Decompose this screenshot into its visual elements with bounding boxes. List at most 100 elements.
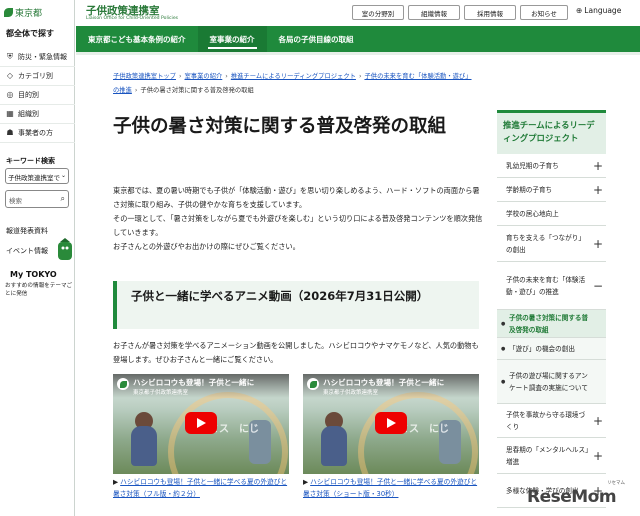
- video-caption-link[interactable]: ▶ ハシビロコウも登場！子供と一緒に学べる夏の外遊びと暑さ対策（フル版・約２分）: [113, 476, 289, 500]
- video-overlay-title[interactable]: ハシビロコウも登場！子供と一緒に: [323, 377, 475, 388]
- channel-logo-icon[interactable]: [117, 378, 129, 390]
- bullet-icon: ●: [501, 345, 506, 352]
- video-caption-link[interactable]: ▶ ハシビロコウも登場！子供と一緒に学べる夏の外遊びと暑さ対策（ショート版・30秒…: [303, 476, 479, 500]
- rs-item-infant[interactable]: 乳幼児期の子育ち +: [497, 154, 606, 178]
- tokyo-logo[interactable]: 東京都: [4, 6, 42, 19]
- rs-item-label: 子供の未来を育む「体験活動・遊び」の推進: [506, 275, 586, 296]
- globe-icon: ⊕: [576, 6, 583, 15]
- expand-plus-icon[interactable]: +: [593, 238, 603, 250]
- intro-paragraph: 東京都では、夏の暑い時期でも子供が「体験活動・遊び」を思い切り楽しめるよう、ハー…: [113, 186, 480, 209]
- office-subtitle: Liaison Office for Child-Oriented Polici…: [86, 16, 179, 21]
- target-icon: ◎: [6, 90, 14, 99]
- rs-item-label: 「遊び」の機会の創出: [509, 344, 575, 353]
- nav-ordinance[interactable]: 東京都こども基本条例の紹介: [76, 26, 198, 52]
- rs-item-mental-health[interactable]: 思春期の「メンタルヘルス」増進 +: [497, 438, 606, 474]
- play-icon: ▶: [303, 478, 309, 486]
- top-header: 子供政策連携室 Liaison Office for Child-Oriente…: [76, 0, 640, 26]
- expand-plus-icon[interactable]: +: [593, 160, 603, 172]
- mytokyo-label[interactable]: My TOKYO: [10, 270, 57, 279]
- sidebar-item-label: 組織別: [18, 110, 39, 118]
- tag-icon: ◇: [6, 71, 14, 80]
- rs-item-accident[interactable]: 子供を事故から守る環境づくり +: [497, 404, 606, 438]
- section-title: 子供と一緒に学べるアニメ動画（2026年7月31日公開）: [131, 289, 429, 303]
- youtube-play-icon[interactable]: [185, 412, 217, 434]
- intro-paragraph: その一環として、「暑さ対策をしながら夏でも外遊びを楽しむ」という切り口による普及…: [113, 214, 483, 237]
- intro-paragraph: お子さんとの外遊びやお出かけの際にぜひご覧ください。: [113, 242, 300, 251]
- rs-item-label: 子供の暑さ対策に関する普及啓発の取組: [509, 313, 589, 334]
- breadcrumb-separator: ›: [134, 87, 138, 94]
- collapse-minus-icon[interactable]: −: [593, 280, 603, 292]
- youtube-play-icon[interactable]: [375, 412, 407, 434]
- play-icon: ▶: [113, 478, 119, 486]
- news-button[interactable]: お知らせ: [520, 5, 568, 20]
- sidebar-item-category[interactable]: ◇ カテゴリ別: [0, 67, 75, 86]
- expand-plus-icon[interactable]: +: [593, 415, 603, 427]
- recruitment-button[interactable]: 採用情報: [464, 5, 516, 20]
- rs-subitem-survey[interactable]: ● 子供の遊び場に関するアンケート調査の実施について: [497, 360, 606, 404]
- sidebar-item-business[interactable]: ☗ 事業者の方: [0, 124, 75, 143]
- video-overlay-title[interactable]: ハシビロコウも登場！子供と一緒に: [133, 377, 285, 388]
- rs-item-label: 子供の遊び場に関するアンケート調査の実施について: [509, 371, 588, 392]
- search-scope-value: 子供政策連携室で: [8, 174, 60, 182]
- rs-item-play-experience[interactable]: 子供の未来を育む「体験活動・遊び」の推進 −: [497, 262, 606, 310]
- rs-subitem-heat-current[interactable]: ● 子供の暑さ対策に関する普及啓発の取組: [497, 310, 606, 338]
- breadcrumb-separator: ›: [225, 73, 228, 80]
- watermark-small-text: リセマム: [607, 481, 625, 486]
- rs-item-connection[interactable]: 育ちを支える「つながり」の創出 +: [497, 226, 606, 262]
- breadcrumb-team[interactable]: 推進チームによるリーディングプロジェクト: [231, 73, 356, 80]
- rs-item-school-age[interactable]: 学齢期の子育ち +: [497, 178, 606, 202]
- nav-bureaus[interactable]: 各局の子供目線の取組: [267, 26, 366, 52]
- expand-plus-icon[interactable]: +: [593, 450, 603, 462]
- gov-name: 東京都: [15, 9, 43, 19]
- press-release-link[interactable]: 報道発表資料: [6, 226, 48, 236]
- rs-item-label: 思春期の「メンタルヘルス」増進: [506, 445, 589, 466]
- page-title: 子供の暑さ対策に関する普及啓発の取組: [113, 116, 447, 137]
- breadcrumb-separator: ›: [178, 73, 182, 80]
- breadcrumb-separator: ›: [358, 73, 362, 80]
- resemom-watermark: ReseMom: [527, 487, 617, 507]
- video-channel-name: 東京都子供政策連携室: [323, 390, 379, 396]
- sidebar-item-disaster[interactable]: ⛨ 防災・緊急情報: [0, 48, 75, 67]
- nav-divider: [76, 52, 640, 55]
- sidebar-item-organization[interactable]: ▦ 組織別: [0, 105, 75, 124]
- language-label: Language: [584, 6, 622, 15]
- video-channel-name: 東京都子供政策連携室: [133, 390, 189, 396]
- rs-item-school-comfort[interactable]: 学校の居心地向上: [497, 202, 606, 226]
- sidebar-item-label: 事業者の方: [18, 129, 53, 137]
- search-input[interactable]: 検索 ⌕: [5, 190, 69, 208]
- expand-plus-icon[interactable]: +: [593, 184, 603, 196]
- child-figure: [321, 426, 347, 466]
- breadcrumb-top[interactable]: 子供政策連携室トップ: [113, 73, 176, 80]
- rs-item-label: 学校の居心地向上: [506, 209, 559, 218]
- rs-item-label: 乳幼児期の子育ち: [506, 161, 559, 170]
- video-player-short[interactable]: ハシビロコウも登場！子供と一緒に 東京都子供政策連携室 ミス にじ: [303, 374, 479, 474]
- video-caption-text: ハシビロコウも登場！子供と一緒に学べる夏の外遊びと暑さ対策（フル版・約２分）: [113, 478, 288, 498]
- intro-text: 東京都では、夏の暑い時期でも子供が「体験活動・遊び」を思い切り楽しめるよう、ハー…: [113, 184, 483, 254]
- nav-projects[interactable]: 室事業の紹介: [197, 26, 267, 52]
- sidebar-search-title: 都全体で探す: [6, 29, 54, 38]
- sidebar-item-purpose[interactable]: ◎ 目的別: [0, 86, 75, 105]
- breadcrumb-projects[interactable]: 室事業の紹介: [185, 73, 223, 80]
- mascot-icon: [58, 238, 72, 260]
- field-menu-button[interactable]: 室の分野別: [352, 5, 404, 20]
- rs-subitem-play-opportunity[interactable]: ● 「遊び」の機会の創出: [497, 338, 606, 360]
- organization-button[interactable]: 組織情報: [408, 5, 460, 20]
- video-player-full[interactable]: ハシビロコウも登場！子供と一緒に 東京都子供政策連携室 ミス にじ: [113, 374, 289, 474]
- language-selector[interactable]: ⊕ Language: [576, 6, 621, 15]
- search-placeholder: 検索: [9, 197, 22, 205]
- right-sidebar-title[interactable]: 推進チームによるリーディングプロジェクト: [497, 110, 606, 154]
- channel-logo-icon[interactable]: [307, 378, 319, 390]
- search-icon[interactable]: ⌕: [61, 194, 65, 204]
- events-link[interactable]: イベント情報: [6, 246, 48, 256]
- breadcrumb: 子供政策連携室トップ › 室事業の紹介 › 推進チームによるリーディングプロジェクト › 子…: [113, 70, 473, 98]
- search-scope-select[interactable]: 子供政策連携室で ⌄: [5, 168, 69, 184]
- main-nav: 東京都こども基本条例の紹介 室事業の紹介 各局の子供目線の取組: [76, 26, 640, 52]
- left-sidebar: 東京都 都全体で探す ⛨ 防災・緊急情報 ◇ カテゴリ別 ◎ 目的別 ▦ 組織別…: [0, 0, 75, 516]
- rs-item-label: 学齢期の子育ち: [506, 185, 553, 194]
- shield-icon: ⛨: [7, 52, 13, 61]
- section-heading-box: 子供と一緒に学べるアニメ動画（2026年7月31日公開）: [113, 281, 479, 329]
- chevron-down-icon: ⌄: [60, 172, 66, 179]
- ginkgo-leaf-icon: [4, 8, 13, 17]
- sidebar-item-label: 防災・緊急情報: [18, 53, 67, 61]
- mytokyo-description: おすすめの情報をテーマごとに発信: [5, 283, 73, 297]
